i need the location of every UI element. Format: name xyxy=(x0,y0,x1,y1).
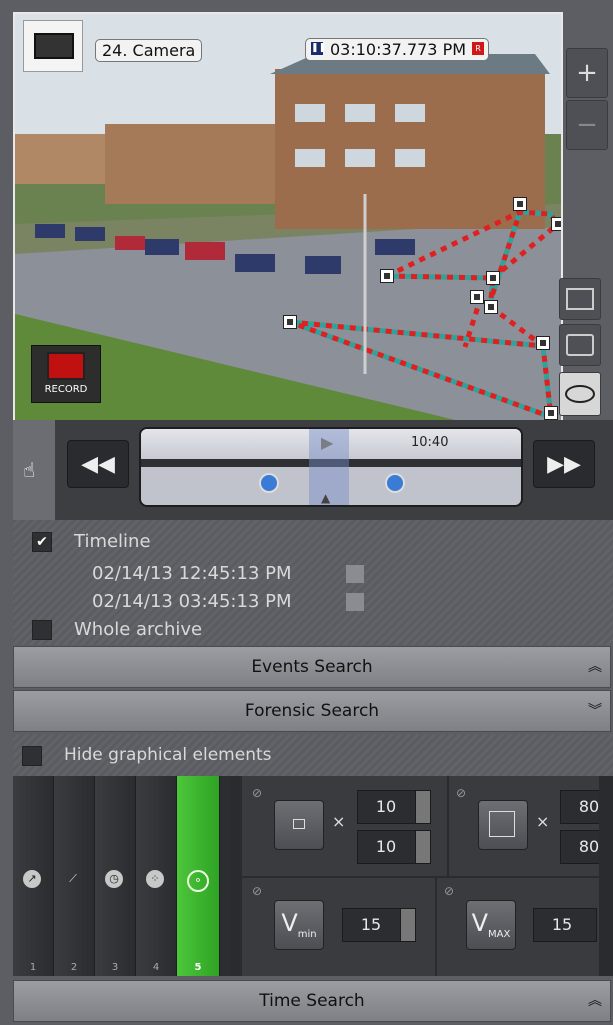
zone-vertex[interactable] xyxy=(544,406,558,420)
divider xyxy=(447,776,449,876)
divider xyxy=(242,876,613,878)
end-calendar-icon[interactable] xyxy=(346,593,364,611)
record-indicator-icon: R xyxy=(472,42,485,55)
next-frame-button[interactable]: ▶▶ xyxy=(533,440,595,488)
spin-arrows-icon[interactable] xyxy=(415,831,430,863)
zone-vertex[interactable] xyxy=(470,290,484,304)
timeline-time-label: 10:40 xyxy=(411,435,449,450)
visibility-off-icon[interactable]: ⊘ xyxy=(444,884,454,898)
zone-vertex[interactable] xyxy=(536,336,550,350)
archive-mode-button[interactable] xyxy=(559,324,601,366)
timestamp-badge: ❚❚ 03:10:37.773 PM R xyxy=(305,38,490,61)
visibility-off-icon[interactable]: ⊘ xyxy=(456,786,466,800)
zone-vertex[interactable] xyxy=(283,315,297,329)
v-max-label: MAX xyxy=(488,928,511,940)
arrow-circle-icon: ↗ xyxy=(23,870,41,888)
camera-menu-button[interactable] xyxy=(23,20,83,72)
hand-cursor-icon: ☝ xyxy=(23,458,36,482)
zoom-out-button[interactable]: − xyxy=(566,100,608,150)
zone-vertex[interactable] xyxy=(486,271,500,285)
collapse-chevron-icon: ︽ xyxy=(588,993,602,1009)
tape-icon xyxy=(566,334,594,356)
hide-graphics-label: Hide graphical elements xyxy=(64,745,272,765)
visibility-off-icon[interactable]: ⊘ xyxy=(252,786,262,800)
interval-end-handle[interactable] xyxy=(385,473,405,493)
pause-icon[interactable]: ❚❚ xyxy=(311,42,326,55)
params-scroll-left[interactable] xyxy=(231,776,242,976)
tool-5[interactable]: ⚬ 5 xyxy=(177,776,220,976)
eye-icon xyxy=(565,385,595,403)
timeline-checkbox[interactable]: ✔ xyxy=(32,532,52,552)
zone-vertex[interactable] xyxy=(484,300,498,314)
tool-2[interactable]: ⟋ 2 xyxy=(54,776,95,976)
camera-view[interactable]: 24. Camera ❚❚ 03:10:37.773 PM R RECORD xyxy=(13,12,563,422)
position-caret-icon: ▲ xyxy=(321,491,331,505)
min-size-button[interactable] xyxy=(274,800,324,850)
timestamp-text: 03:10:37.773 PM xyxy=(330,40,467,59)
params-scrollbar[interactable] xyxy=(599,776,613,976)
min-width-input[interactable]: 10 xyxy=(357,790,431,824)
times-sign: × xyxy=(536,812,550,831)
monitor-mode-button[interactable] xyxy=(559,278,601,320)
record-button-label: RECORD xyxy=(44,384,88,395)
forensic-tool-strip: ↗ 1 ⟋ 2 ◷ 3 ⁘ 4 ⚬ 5 xyxy=(13,776,231,976)
large-square-icon xyxy=(489,811,515,837)
min-height-input[interactable]: 10 xyxy=(357,830,431,864)
line-cross-icon: ⟋ xyxy=(69,872,77,885)
whole-archive-checkbox[interactable] xyxy=(32,620,52,640)
spin-arrows-icon[interactable] xyxy=(400,909,415,941)
v-max-input[interactable]: 15 xyxy=(533,908,597,942)
zone-vertex[interactable] xyxy=(551,217,561,231)
interval-start-handle[interactable] xyxy=(259,473,279,493)
forensic-params-panel: ⊘ × 10 10 ⊘ × 80 80 ⊘ Vmin 15 ⊘ VMAX 15 xyxy=(242,776,613,976)
v-max-button[interactable]: VMAX xyxy=(466,900,516,950)
zones-icon: ⚬ xyxy=(187,870,209,892)
v-min-input[interactable]: 15 xyxy=(342,908,416,942)
start-datetime[interactable]: 02/14/13 12:45:13 PM xyxy=(92,563,292,584)
end-datetime[interactable]: 02/14/13 03:45:13 PM xyxy=(92,591,292,612)
film-icon xyxy=(34,33,74,59)
forensic-search-label: Forensic Search xyxy=(244,701,380,721)
clock-icon: ◷ xyxy=(105,870,123,888)
time-search-header[interactable]: Time Search ︽ xyxy=(13,980,611,1022)
time-search-label: Time Search xyxy=(259,991,365,1011)
camera-name-label: 24. Camera xyxy=(95,39,203,62)
expand-chevron-icon: ︾ xyxy=(588,703,602,719)
divider xyxy=(435,878,437,976)
playback-bar: ☝ ◀◀ ▶ 10:40 ▲ ▶▶ xyxy=(13,420,613,520)
record-icon xyxy=(47,352,85,380)
v-min-label: min xyxy=(297,928,317,940)
collapse-chevron-icon: ︽ xyxy=(588,659,602,675)
tool-1[interactable]: ↗ 1 xyxy=(13,776,54,976)
fast-forward-icon: ▶▶ xyxy=(547,451,581,477)
spin-arrows-icon[interactable] xyxy=(415,791,430,823)
events-search-label: Events Search xyxy=(251,657,373,677)
hide-graphics-checkbox[interactable] xyxy=(22,746,42,766)
zone-vertex[interactable] xyxy=(380,269,394,283)
rewind-icon: ◀◀ xyxy=(81,451,115,477)
tool-3[interactable]: ◷ 3 xyxy=(95,776,136,976)
forensic-search-header[interactable]: Forensic Search ︾ xyxy=(13,690,611,732)
timeline-tool-button[interactable]: ☝ xyxy=(13,420,55,520)
play-marker-icon[interactable]: ▶ xyxy=(321,433,333,452)
events-search-header[interactable]: Events Search ︽ xyxy=(13,646,611,688)
zoom-in-button[interactable]: + xyxy=(566,48,608,98)
record-button[interactable]: RECORD xyxy=(31,345,101,403)
times-sign: × xyxy=(332,812,346,831)
timeline-scrubber[interactable]: ▶ 10:40 ▲ xyxy=(139,427,523,507)
timeline-label: Timeline xyxy=(74,531,151,552)
start-calendar-icon[interactable] xyxy=(346,565,364,583)
whole-archive-label: Whole archive xyxy=(74,619,203,640)
max-size-button[interactable] xyxy=(478,800,528,850)
v-min-button[interactable]: Vmin xyxy=(274,900,324,950)
small-square-icon xyxy=(293,819,305,829)
zone-vertex[interactable] xyxy=(513,197,527,211)
dots-icon: ⁘ xyxy=(146,870,164,888)
tool-4[interactable]: ⁘ 4 xyxy=(136,776,177,976)
visibility-off-icon[interactable]: ⊘ xyxy=(252,884,262,898)
monitor-icon xyxy=(566,288,594,310)
view-mode-button[interactable] xyxy=(559,372,601,416)
previous-frame-button[interactable]: ◀◀ xyxy=(67,440,129,488)
